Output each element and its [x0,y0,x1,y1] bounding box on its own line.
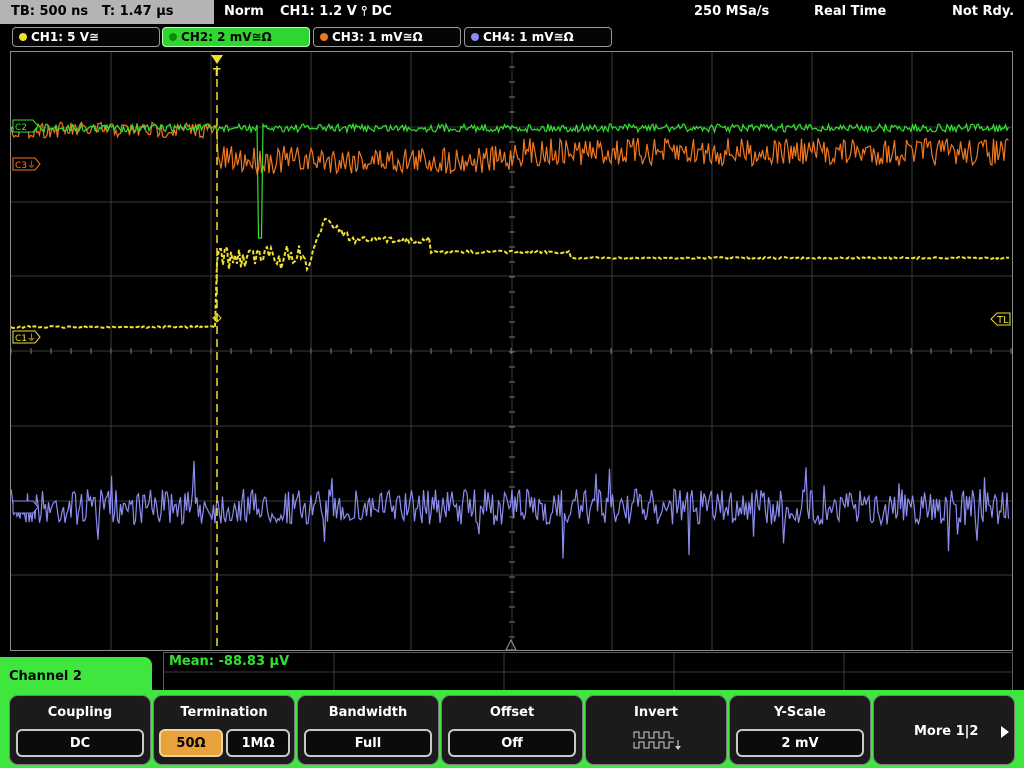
svg-text:C2: C2 [15,123,27,133]
coupling-menu[interactable]: Coupling DC [9,695,151,765]
svg-text:TL: TL [996,315,1009,326]
invert-waveform-icon [633,731,681,750]
sample-rate: 250 MSa/s [694,4,770,19]
bandwidth-menu[interactable]: Bandwidth Full [297,695,439,765]
ch4-color-dot [471,33,479,41]
tab-ch4-label: CH4: 1 mV≅Ω [483,30,574,44]
ch3-trace [11,121,1009,176]
ch1-trace [11,217,1010,330]
tab-ch2-label: CH2: 2 mV≅Ω [181,30,272,44]
timebase-readout[interactable]: TB: 500 ns T: 1.47 µs [0,0,214,24]
trigger-status: Not Rdy. [952,4,1015,19]
ch2-color-dot [169,33,177,41]
termination-title: Termination [180,705,268,720]
invert-menu[interactable]: Invert [585,695,727,765]
tab-ch1[interactable]: CH1: 5 V≅ [12,27,160,47]
time-reference-icon [505,638,517,650]
trigger-readout[interactable]: CH1: 1.2 V ⫯ DC [280,4,392,19]
arrow-right-icon [1001,726,1009,738]
acquisition-mode[interactable]: Norm [224,4,264,19]
svg-text:C3⏚: C3⏚ [15,160,36,171]
channel-tab-row: CH1: 5 V≅ CH2: 2 mV≅Ω CH3: 1 mV≅Ω CH4: 1… [0,26,1024,48]
invert-title: Invert [633,705,678,720]
more-label: More 1|2 [914,724,979,739]
tab-ch4[interactable]: CH4: 1 mV≅Ω [464,27,612,47]
measurement-panel [163,652,1013,692]
bandwidth-title: Bandwidth [328,705,408,720]
coupling-button[interactable]: DC [16,729,144,757]
trigger-level-marker[interactable]: TL [990,312,1011,326]
tab-ch2[interactable]: CH2: 2 mV≅Ω [162,27,310,47]
mean-measurement: Mean: -88.83 µV [169,654,290,669]
offset-button[interactable]: Off [448,729,576,757]
yscale-button[interactable]: 2 mV [736,729,864,757]
top-status-bar: TB: 500 ns T: 1.47 µs Norm CH1: 1.2 V ⫯ … [0,0,1024,24]
waveform-display[interactable]: T C3⏚ C1⏚ C2 TL [10,51,1013,651]
ch4-trace [11,460,1010,559]
measurement-dividers [164,653,1012,691]
svg-text:C1⏚: C1⏚ [15,333,36,344]
ch4-offset-marker[interactable] [12,500,39,514]
ch2-offset-marker[interactable]: C2 [12,119,39,133]
termination-1mohm-button[interactable]: 1MΩ [226,729,290,757]
bandwidth-button[interactable]: Full [304,729,432,757]
termination-menu[interactable]: Termination 50Ω 1MΩ [153,695,295,765]
ch2-trace [11,121,1010,239]
coupling-title: Coupling [47,705,113,720]
ch3-color-dot [320,33,328,41]
yscale-title: Y-Scale [773,705,826,720]
ch1-color-dot [19,33,27,41]
more-menu-button[interactable]: More 1|2 [873,695,1015,765]
graticule-center-ticks [11,52,1012,638]
tab-ch3-label: CH3: 1 mV≅Ω [332,30,423,44]
ch3-offset-marker[interactable]: C3⏚ [12,157,41,171]
tab-ch1-label: CH1: 5 V≅ [31,30,100,44]
trigger-marker-label: T [213,66,221,79]
yscale-menu[interactable]: Y-Scale 2 mV [729,695,871,765]
tab-ch3[interactable]: CH3: 1 mV≅Ω [313,27,461,47]
offset-title: Offset [489,705,535,720]
acquisition-type: Real Time [814,4,887,19]
ch1-offset-marker[interactable]: C1⏚ [12,330,41,344]
offset-menu[interactable]: Offset Off [441,695,583,765]
trigger-position-marker[interactable]: T [211,55,223,79]
waveform-canvas: T C3⏚ C1⏚ C2 TL [11,52,1012,650]
termination-50ohm-button[interactable]: 50Ω [159,729,223,757]
